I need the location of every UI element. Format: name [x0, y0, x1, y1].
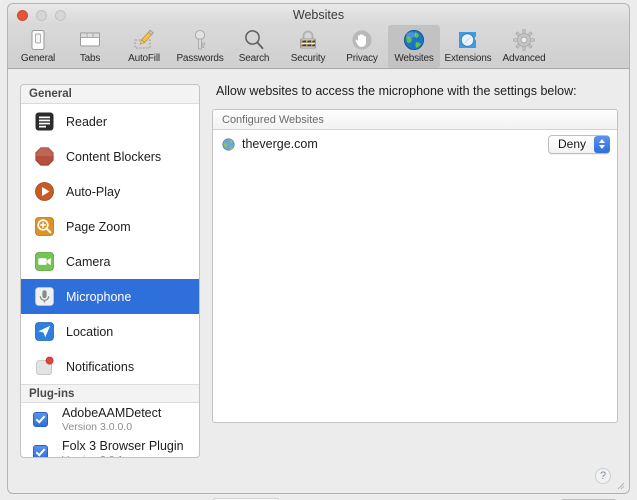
- sidebar-item-page-zoom[interactable]: Page Zoom: [21, 209, 199, 244]
- passwords-icon: [187, 27, 213, 53]
- tabs-icon: [77, 27, 103, 53]
- toolbar-item-security[interactable]: Security: [280, 25, 336, 68]
- camera-icon: [33, 251, 55, 273]
- sidebar-item-label: Microphone: [66, 290, 131, 304]
- site-domain: theverge.com: [242, 137, 548, 151]
- pane-description: Allow websites to access the microphone …: [216, 84, 618, 98]
- toolbar-item-websites[interactable]: Websites: [388, 25, 440, 68]
- plugin-version: Version 3.0.0.0: [62, 421, 161, 433]
- site-permission-value: Deny: [558, 137, 594, 151]
- websites-icon: [401, 27, 427, 53]
- toolbar-item-passwords[interactable]: Passwords: [172, 25, 228, 68]
- toolbar-item-tabs[interactable]: Tabs: [64, 25, 116, 68]
- microphone-settings-pane: Allow websites to access the microphone …: [212, 84, 618, 500]
- auto-play-icon: [33, 181, 55, 203]
- sidebar-item-label: Camera: [66, 255, 110, 269]
- plugin-checkbox[interactable]: [33, 412, 48, 427]
- sidebar-item-location[interactable]: Location: [21, 314, 199, 349]
- preferences-content: General Reader: [7, 69, 630, 494]
- toolbar-label: Advanced: [503, 53, 546, 64]
- content-blockers-icon: [33, 146, 55, 168]
- plugin-row-adobeaamdetect[interactable]: AdobeAAMDetect Version 3.0.0.0: [21, 403, 199, 436]
- toolbar-item-autofill[interactable]: AutoFill: [116, 25, 172, 68]
- sidebar-item-label: Content Blockers: [66, 150, 161, 164]
- toolbar-label: Passwords: [176, 53, 223, 64]
- sidebar-group-general: General: [21, 85, 199, 104]
- plugin-checkbox[interactable]: [33, 445, 48, 458]
- help-button[interactable]: ?: [595, 468, 611, 484]
- toolbar-label: Privacy: [346, 53, 377, 64]
- plugin-name: AdobeAAMDetect: [62, 406, 161, 420]
- plugin-text: Folx 3 Browser Plugin Version 3.0.1: [62, 439, 184, 458]
- sidebar-item-label: Notifications: [66, 360, 134, 374]
- window-title: Websites: [8, 8, 629, 22]
- toolbar-label: Tabs: [80, 53, 100, 64]
- toolbar-label: Extensions: [445, 53, 492, 64]
- plugin-text: AdobeAAMDetect Version 3.0.0.0: [62, 406, 161, 433]
- toolbar-label: Security: [291, 53, 326, 64]
- plugin-name: Folx 3 Browser Plugin: [62, 439, 184, 453]
- sidebar-group-plugins: Plug-ins: [21, 384, 199, 403]
- resize-grip[interactable]: [615, 480, 625, 490]
- sidebar-item-microphone[interactable]: Microphone: [21, 279, 199, 314]
- extensions-icon: [455, 27, 481, 53]
- toolbar-label: General: [21, 53, 55, 64]
- sidebar-item-label: Location: [66, 325, 113, 339]
- sidebar-item-reader[interactable]: Reader: [21, 104, 199, 139]
- table-row[interactable]: theverge.com Deny: [213, 130, 617, 158]
- advanced-icon: [511, 27, 537, 53]
- page-zoom-icon: [33, 216, 55, 238]
- sidebar-item-label: Auto-Play: [66, 185, 120, 199]
- toolbar-label: AutoFill: [128, 53, 160, 64]
- configured-websites-table[interactable]: Configured Websites theverge.com Deny: [212, 109, 618, 423]
- title-bar: Websites: [7, 3, 630, 25]
- toolbar-item-extensions[interactable]: Extensions: [440, 25, 496, 68]
- plugin-row-folx[interactable]: Folx 3 Browser Plugin Version 3.0.1: [21, 436, 199, 458]
- microphone-icon: [33, 286, 55, 308]
- toolbar-label: Websites: [394, 53, 433, 64]
- sidebar-item-label: Page Zoom: [66, 220, 131, 234]
- sidebar-item-content-blockers[interactable]: Content Blockers: [21, 139, 199, 174]
- sidebar-item-auto-play[interactable]: Auto-Play: [21, 174, 199, 209]
- toolbar-label: Search: [239, 53, 270, 64]
- privacy-icon: [349, 27, 375, 53]
- table-column-header: Configured Websites: [213, 110, 617, 130]
- autofill-icon: [131, 27, 157, 53]
- toolbar-item-general[interactable]: General: [12, 25, 64, 68]
- security-icon: [295, 27, 321, 53]
- reader-icon: [33, 111, 55, 133]
- search-icon: [241, 27, 267, 53]
- toolbar-item-privacy[interactable]: Privacy: [336, 25, 388, 68]
- chevron-updown-icon: [594, 136, 610, 153]
- notifications-icon: [33, 356, 55, 378]
- plugin-version: Version 3.0.1: [62, 454, 184, 458]
- sidebar-item-label: Reader: [66, 115, 107, 129]
- sidebar-item-camera[interactable]: Camera: [21, 244, 199, 279]
- globe-icon: [222, 138, 235, 151]
- toolbar-item-advanced[interactable]: Advanced: [496, 25, 552, 68]
- preferences-toolbar: General Tabs: [7, 25, 630, 69]
- site-permission-dropdown[interactable]: Deny: [548, 135, 610, 154]
- sidebar-item-notifications[interactable]: Notifications: [21, 349, 199, 384]
- websites-sidebar[interactable]: General Reader: [20, 84, 200, 458]
- toolbar-item-search[interactable]: Search: [228, 25, 280, 68]
- general-icon: [25, 27, 51, 53]
- preferences-window: Websites General Tabs: [0, 0, 637, 500]
- location-icon: [33, 321, 55, 343]
